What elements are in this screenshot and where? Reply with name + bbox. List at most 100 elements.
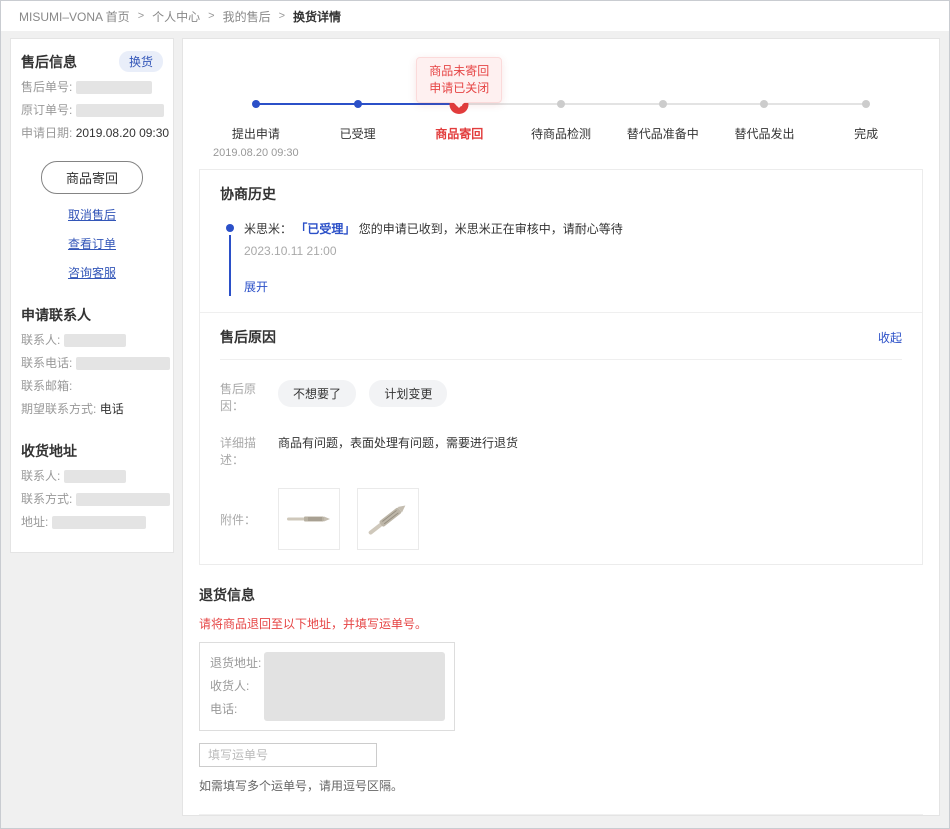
field-label: 联系电话: — [21, 356, 72, 370]
step-dot-pending-icon — [760, 100, 768, 108]
reason-label: 售后原因： — [220, 380, 278, 414]
detail-description-row: 详细描述： 商品有问题，表面处理有问题，需要进行退货 — [220, 434, 902, 468]
tracking-note: 如需填写多个运单号，请用逗号区隔。 — [199, 777, 923, 794]
field-label: 期望联系方式: — [21, 402, 96, 416]
status-tooltip: 商品未寄回 申请已关闭 — [416, 57, 502, 103]
contact-name-field: 联系人: — [21, 333, 163, 348]
preferred-contact-field: 期望联系方式: 电话 — [21, 402, 163, 417]
tooltip-line2: 申请已关闭 — [429, 80, 489, 97]
step-dot-done-icon — [252, 100, 260, 108]
detail-label: 详细描述： — [220, 434, 278, 468]
return-notice: 请将商品退回至以下地址，并填写运单号。 — [199, 615, 923, 632]
expand-link[interactable]: 展开 — [244, 278, 268, 295]
contact-service-link[interactable]: 咨询客服 — [21, 264, 163, 281]
panel-title: 售后信息 — [21, 52, 77, 72]
return-goods-button[interactable]: 商品寄回 — [41, 161, 143, 194]
field-label: 联系人: — [21, 469, 60, 483]
timeline-dot-icon — [226, 224, 234, 232]
view-order-link[interactable]: 查看订单 — [21, 235, 163, 252]
entry-time: 2023.10.11 21:00 — [244, 244, 902, 258]
step-complete: 完成 — [815, 95, 917, 159]
tooltip-line1: 商品未寄回 — [429, 63, 489, 80]
address-section-title: 收货地址 — [21, 441, 163, 461]
step-dot-pending-icon — [659, 100, 667, 108]
step-dot-pending-icon — [557, 100, 565, 108]
contact-section-title: 申请联系人 — [21, 305, 163, 325]
attachment-label: 附件： — [220, 511, 278, 528]
entry-author: 米思米： — [244, 222, 292, 236]
contact-email-field: 联系邮箱: — [21, 379, 163, 394]
receiver-address-field: 地址: — [21, 515, 163, 530]
breadcrumb-personal-center[interactable]: 个人中心 — [152, 8, 200, 25]
step-date: 2019.08.20 09:30 — [205, 147, 307, 159]
breadcrumb-current-page: 换货详情 — [293, 8, 341, 25]
field-label: 原订单号: — [21, 103, 72, 117]
redacted-address-value — [264, 652, 445, 721]
apply-date-value: 2019.08.20 09:30 — [76, 126, 169, 140]
drill-bit-image — [283, 493, 335, 545]
drill-bit-image — [362, 493, 414, 545]
attachment-image-tool-diagonal[interactable] — [357, 488, 419, 550]
negotiation-title: 协商历史 — [220, 184, 902, 204]
preferred-contact-value: 电话 — [100, 402, 124, 416]
step-label: 提出申请 — [205, 125, 307, 142]
redacted-value — [76, 81, 152, 94]
field-label: 联系人: — [21, 333, 60, 347]
step-dot-pending-icon — [862, 100, 870, 108]
aftersales-reason-section: 售后原因 收起 售后原因： 不想要了 计划变更 详细描述： 商品有问题，表面处理… — [200, 313, 922, 564]
reason-title: 售后原因 — [220, 327, 276, 347]
negotiation-history-section: 协商历史 米思米： 「已受理」 您的申请已收到，米思米正在审核中，请耐心等待 2… — [200, 170, 922, 312]
detail-text: 商品有问题，表面处理有问题，需要进行退货 — [278, 434, 518, 468]
return-address-box: 退货地址: 收货人: 电话: — [199, 642, 455, 731]
step-label: 完成 — [815, 125, 917, 142]
timeline-line — [229, 235, 231, 296]
breadcrumb: MISUMI–VONA 首页 > 个人中心 > 我的售后 > 换货详情 — [1, 1, 949, 31]
apply-date-field: 申请日期: 2019.08.20 09:30 — [21, 126, 163, 141]
entry-message: 您的申请已收到，米思米正在审核中，请耐心等待 — [359, 222, 623, 236]
return-info-section: 退货信息 请将商品退回至以下地址，并填写运单号。 退货地址: 收货人: 电话: … — [183, 565, 939, 794]
step-label: 替代品发出 — [714, 125, 816, 142]
history-reason-card: 协商历史 米思米： 「已受理」 您的申请已收到，米思米正在审核中，请耐心等待 2… — [199, 169, 923, 565]
field-label: 联系邮箱: — [21, 379, 72, 393]
redacted-value — [64, 334, 126, 347]
redacted-value — [76, 104, 164, 117]
breadcrumb-separator-icon: > — [279, 10, 285, 22]
aftersales-info-panel: 售后信息 换货 售后单号: 原订单号: 申请日期: 2019.08.20 09:… — [10, 38, 174, 553]
breadcrumb-separator-icon: > — [138, 10, 144, 22]
redacted-value — [64, 470, 126, 483]
attachment-image-tool-horizontal[interactable] — [278, 488, 340, 550]
reason-tag: 不想要了 — [278, 380, 356, 407]
collapse-link[interactable]: 收起 — [878, 329, 902, 346]
redacted-value — [52, 516, 146, 529]
field-label: 售后单号: — [21, 80, 72, 94]
step-dot-done-icon — [354, 100, 362, 108]
reason-tag: 计划变更 — [369, 380, 447, 407]
breadcrumb-my-aftersales[interactable]: 我的售后 — [223, 8, 271, 25]
breadcrumb-separator-icon: > — [208, 10, 214, 22]
reason-tags-row: 售后原因： 不想要了 计划变更 — [220, 380, 902, 414]
step-label: 替代品准备中 — [612, 125, 714, 142]
aftersales-number-field: 售后单号: — [21, 80, 163, 95]
field-label: 申请日期: — [21, 126, 72, 140]
field-label: 地址: — [21, 515, 48, 529]
breadcrumb-home[interactable]: MISUMI–VONA 首页 — [19, 8, 130, 25]
progress-stepper: 提出申请 2019.08.20 09:30 已受理 商品未寄回 申请已关闭 ✕ … — [205, 95, 917, 159]
content-area: 售后信息 换货 售后单号: 原订单号: 申请日期: 2019.08.20 09:… — [1, 31, 949, 823]
step-label: 待商品检测 — [510, 125, 612, 142]
negotiation-entry: 米思米： 「已受理」 您的申请已收到，米思米正在审核中，请耐心等待 2023.1… — [226, 220, 902, 296]
page: MISUMI–VONA 首页 > 个人中心 > 我的售后 > 换货详情 售后信息… — [0, 0, 950, 829]
field-label: 联系方式: — [21, 492, 72, 506]
aftersales-detail-panel: 提出申请 2019.08.20 09:30 已受理 商品未寄回 申请已关闭 ✕ … — [182, 38, 940, 816]
step-label: 商品寄回 — [408, 125, 510, 142]
entry-status: 「已受理」 — [295, 222, 355, 236]
receiver-phone-field: 联系方式: — [21, 492, 163, 507]
exchange-type-badge: 换货 — [119, 51, 163, 72]
attachments-row: 附件： — [220, 488, 902, 550]
cancel-aftersales-link[interactable]: 取消售后 — [21, 206, 163, 223]
step-label: 已受理 — [307, 125, 409, 142]
contact-phone-field: 联系电话: — [21, 356, 163, 371]
return-info-title: 退货信息 — [199, 585, 923, 605]
redacted-value — [76, 357, 170, 370]
submit-area: 确认并提交 — [199, 814, 923, 816]
tracking-number-input[interactable] — [199, 743, 377, 767]
